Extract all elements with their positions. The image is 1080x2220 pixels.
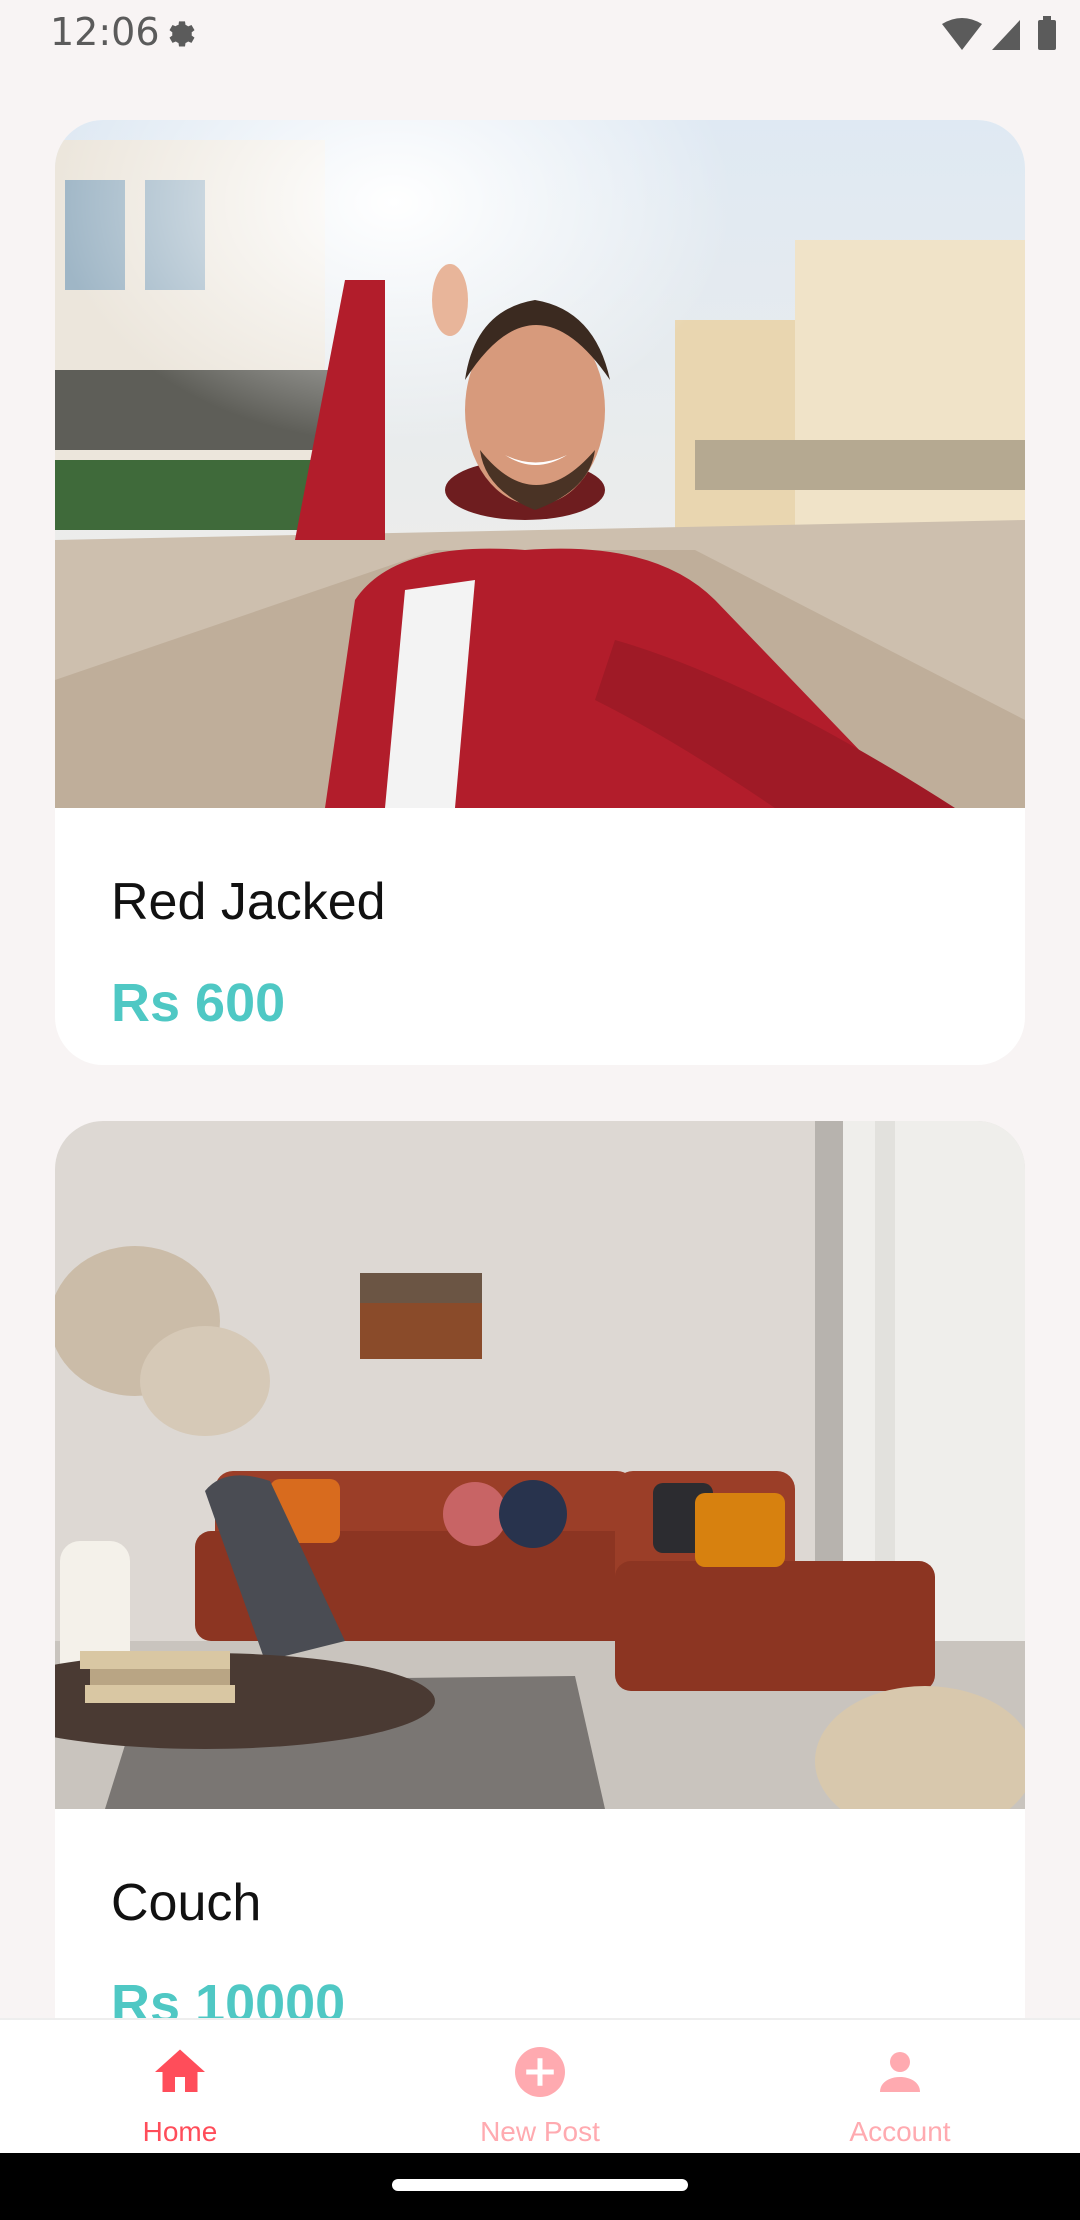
product-title: Red Jacked (111, 873, 386, 931)
home-icon (155, 2049, 205, 2092)
home-gesture-handle[interactable] (392, 2179, 688, 2191)
product-feed[interactable]: Red Jacked Rs 600 Couch Rs 10000 (0, 0, 1080, 2018)
product-price: Rs 10000 (111, 1974, 346, 2018)
product-card[interactable]: Couch Rs 10000 (55, 1121, 1025, 2018)
product-price: Rs 600 (111, 973, 286, 1033)
nav-home-label: Home (142, 2116, 218, 2147)
product-image[interactable] (55, 120, 1025, 808)
nav-new-post-label: New Post (480, 2116, 600, 2147)
nav-new-post[interactable]: New Post (390, 2020, 690, 2155)
nav-home[interactable]: Home (30, 2020, 330, 2155)
product-image[interactable] (55, 1121, 1025, 1809)
add-circle-icon (515, 2047, 565, 2097)
bottom-navigation: Home New Post Account (0, 2018, 1080, 2155)
person-icon (880, 2052, 920, 2092)
nav-account-label: Account (849, 2116, 951, 2147)
system-gesture-bar (0, 2153, 1080, 2220)
nav-account[interactable]: Account (750, 2020, 1050, 2155)
product-title: Couch (111, 1874, 262, 1932)
product-card[interactable]: Red Jacked Rs 600 (55, 120, 1025, 1065)
